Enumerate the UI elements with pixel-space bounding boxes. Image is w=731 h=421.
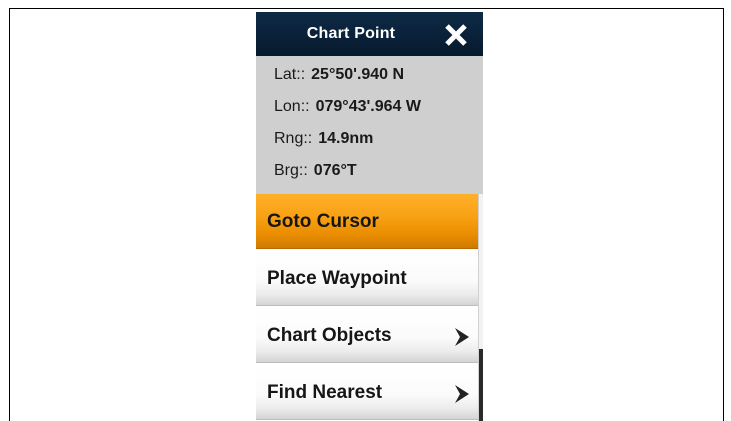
menu-item-label: Goto Cursor xyxy=(267,211,379,232)
longitude-label: Lon:: xyxy=(274,98,310,115)
latitude-value: 25°50'.940 N xyxy=(311,66,405,83)
range-label: Rng:: xyxy=(274,130,313,147)
bearing-value: 076°T xyxy=(313,162,357,179)
menu-item-chart-objects[interactable]: Chart Objects xyxy=(256,308,478,363)
chevron-right-icon xyxy=(452,383,472,405)
chevron-right-icon xyxy=(452,326,472,348)
range-value: 14.9nm xyxy=(318,130,374,147)
longitude-value: 079°43'.964 W xyxy=(315,98,421,115)
longitude-row: Lon:: 079°43'.964 W xyxy=(274,94,421,120)
close-button[interactable] xyxy=(442,21,470,49)
cursor-info-panel: Lat:: 25°50'.940 N Lon:: 079°43'.964 W Rng… xyxy=(256,56,483,194)
menu-item-label: Place Waypoint xyxy=(267,268,407,289)
chart-point-dialog: Chart Point Lat:: 25°50'.940 N Lon:: 079°4… xyxy=(256,12,483,421)
close-icon xyxy=(445,24,467,46)
context-menu: Goto Cursor Place Waypoint Chart Objects… xyxy=(256,194,478,421)
menu-item-find-nearest[interactable]: Find Nearest xyxy=(256,365,478,420)
dialog-titlebar: Chart Point xyxy=(256,12,483,56)
menu-item-goto-cursor[interactable]: Goto Cursor xyxy=(256,194,478,249)
latitude-row: Lat:: 25°50'.940 N xyxy=(274,62,404,88)
bearing-row: Brg:: 076°T xyxy=(274,158,357,184)
bearing-label: Brg:: xyxy=(274,162,308,179)
latitude-label: Lat:: xyxy=(274,66,306,83)
range-row: Rng:: 14.9nm xyxy=(274,126,373,152)
menu-scrollbar[interactable] xyxy=(478,194,483,421)
menu-item-place-waypoint[interactable]: Place Waypoint xyxy=(256,251,478,306)
scrollbar-thumb[interactable] xyxy=(479,349,483,421)
menu-item-label: Find Nearest xyxy=(267,382,383,403)
dialog-title: Chart Point xyxy=(306,25,396,42)
menu-item-label: Chart Objects xyxy=(267,325,392,346)
